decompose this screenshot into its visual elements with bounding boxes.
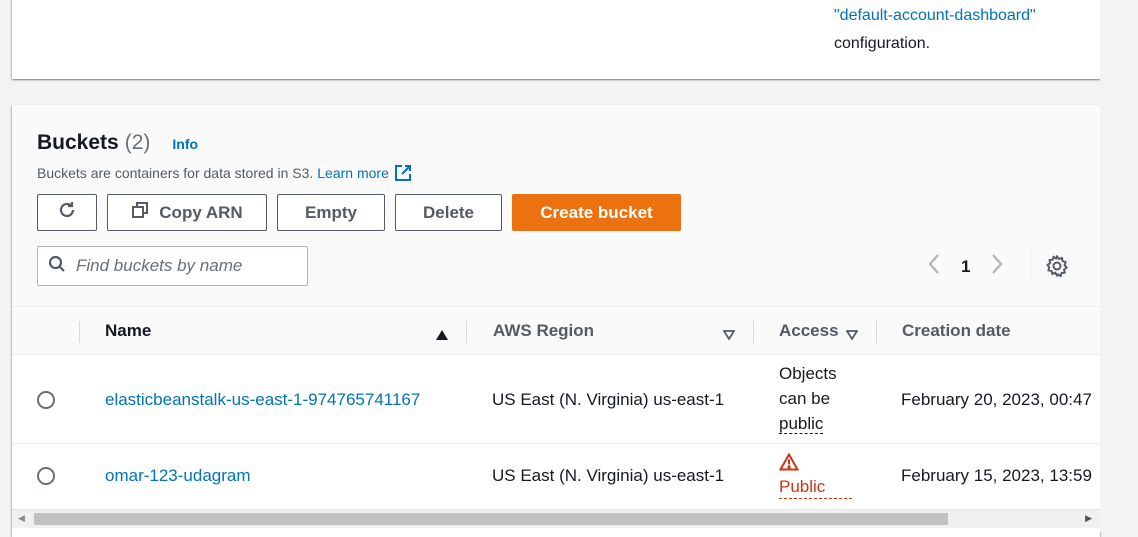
chevron-right-icon[interactable] xyxy=(990,253,1004,280)
warning-icon xyxy=(778,452,800,475)
table-row[interactable]: elasticbeanstalk-us-east-1-974765741167 … xyxy=(12,355,1100,444)
access-line: can be xyxy=(779,389,831,408)
bucket-creation-date: February 20, 2023, 00:47 xyxy=(901,390,1092,409)
buckets-panel-header: Buckets (2) Info Buckets are containers … xyxy=(12,105,1100,306)
access-line: Objects xyxy=(779,364,837,383)
column-header-name[interactable]: Name xyxy=(105,321,151,341)
description-text: Buckets are containers for data stored i… xyxy=(37,165,314,181)
search-field[interactable] xyxy=(37,246,308,286)
config-suffix: configuration. xyxy=(834,35,931,52)
empty-button[interactable]: Empty xyxy=(277,194,385,231)
buckets-panel: Buckets (2) Info Buckets are containers … xyxy=(12,105,1100,537)
access-public-text[interactable]: Public xyxy=(779,476,852,499)
learn-more-link[interactable]: Learn more xyxy=(317,165,389,181)
column-header-created[interactable]: Creation date xyxy=(902,321,1011,341)
bucket-name-link[interactable]: omar-123-udagram xyxy=(105,463,251,488)
copy-arn-button[interactable]: Copy ARN xyxy=(107,194,267,231)
column-header-access[interactable]: Access xyxy=(779,321,839,341)
access-line[interactable]: public xyxy=(779,414,824,434)
table-header: Name AWS Region Access Creation date xyxy=(12,306,1100,355)
delete-button[interactable]: Delete xyxy=(395,194,502,231)
column-divider xyxy=(79,321,80,343)
page-gutter xyxy=(1100,0,1138,532)
table-row[interactable]: omar-123-udagram US East (N. Virginia) u… xyxy=(12,444,1100,508)
buckets-description: Buckets are containers for data stored i… xyxy=(37,164,412,182)
bucket-creation-date: February 15, 2023, 13:59 xyxy=(901,466,1092,485)
bucket-count: (2) xyxy=(124,131,151,154)
chevron-left-icon[interactable] xyxy=(927,253,941,280)
bucket-region: US East (N. Virginia) us-east-1 xyxy=(492,390,725,409)
column-divider xyxy=(466,321,467,343)
scroll-right-icon[interactable]: ▶ xyxy=(1085,513,1092,524)
title-row: Buckets (2) Info xyxy=(37,131,198,155)
column-divider xyxy=(876,321,877,343)
info-link[interactable]: Info xyxy=(172,136,198,152)
pager-divider xyxy=(1030,248,1031,282)
sort-ascending-icon[interactable] xyxy=(436,327,448,345)
search-input[interactable] xyxy=(74,255,294,277)
sort-descending-icon[interactable] xyxy=(845,327,859,345)
bucket-access: Objects can be public xyxy=(779,361,853,436)
sort-descending-icon[interactable] xyxy=(722,327,736,345)
create-bucket-button[interactable]: Create bucket xyxy=(512,194,681,231)
column-header-region[interactable]: AWS Region xyxy=(493,321,594,341)
scrollbar-thumb[interactable] xyxy=(34,513,948,525)
row-select-radio[interactable] xyxy=(37,391,55,409)
page-title: Buckets xyxy=(37,131,119,154)
scroll-left-icon[interactable]: ◀ xyxy=(18,513,25,524)
bucket-region: US East (N. Virginia) us-east-1 xyxy=(492,466,725,485)
config-note: "default-account-dashboard" configuratio… xyxy=(834,2,1036,58)
bucket-access: Public xyxy=(778,452,852,499)
refresh-button[interactable] xyxy=(37,194,97,231)
current-page[interactable]: 1 xyxy=(961,257,970,277)
pagination: 1 xyxy=(927,253,1004,280)
settings-icon[interactable] xyxy=(1046,254,1069,282)
refresh-icon xyxy=(57,200,77,225)
config-name-link[interactable]: "default-account-dashboard" xyxy=(834,2,1036,30)
bucket-name-link[interactable]: elasticbeanstalk-us-east-1-974765741167 xyxy=(105,387,420,412)
row-select-radio[interactable] xyxy=(37,467,55,485)
search-icon xyxy=(48,255,66,278)
copy-arn-label: Copy ARN xyxy=(159,202,243,222)
dashboard-config-panel: "default-account-dashboard" configuratio… xyxy=(12,0,1100,79)
column-divider xyxy=(753,321,754,343)
external-link-icon[interactable] xyxy=(394,164,412,182)
horizontal-scrollbar[interactable]: ◀ ▶ xyxy=(12,509,1100,528)
copy-icon xyxy=(131,201,149,224)
